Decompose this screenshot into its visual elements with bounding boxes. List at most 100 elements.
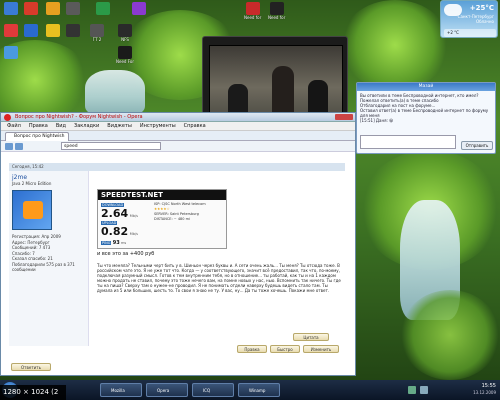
- tab-forum[interactable]: Вопрос про Nightwish: [5, 132, 69, 141]
- desktop-icon[interactable]: Need for Speed: [244, 2, 262, 20]
- desktop-icon[interactable]: [2, 2, 20, 15]
- post-caption: и все это за +400 руб: [97, 251, 155, 257]
- menu-bar: Файл Правка Вид Закладки Виджеты Инструменты С…: [1, 122, 355, 131]
- chat-line: Оставил ответ(а) в теме Беспроводной инт…: [360, 108, 489, 118]
- back-icon[interactable]: [5, 143, 13, 150]
- menu-item[interactable]: Инструменты: [140, 123, 176, 129]
- app-icon: [4, 46, 18, 59]
- app-icon: [24, 2, 38, 15]
- taskbar-item[interactable]: Opera: [146, 383, 188, 397]
- desktop-icon[interactable]: ГТ 2: [88, 24, 106, 42]
- menu-item[interactable]: Закладки: [74, 123, 99, 129]
- desktop-icon[interactable]: Need For Speed Most: [116, 46, 134, 64]
- desktop-icon[interactable]: [44, 2, 62, 15]
- volume-icon[interactable]: [420, 386, 428, 394]
- menu-item[interactable]: Виджеты: [107, 123, 132, 129]
- app-icon: [4, 2, 18, 15]
- desktop-icon[interactable]: [22, 24, 40, 37]
- desktop-icon-label: Need for Speed: [268, 15, 286, 20]
- download-block: DOWNLOAD 2.64 Mb/s: [101, 202, 151, 219]
- desktop-icon[interactable]: [64, 24, 82, 37]
- browser-title-bar: Вопрос про Nightwish? - Форум Nightwish …: [1, 113, 355, 122]
- taskbar-item[interactable]: Winamp: [238, 383, 280, 397]
- post-header: Сегодня, 15:42: [9, 163, 345, 171]
- menu-item[interactable]: Вид: [56, 123, 66, 129]
- user-meta: Регистрация: Апр 2009 Адрес: Петербург Соо…: [12, 234, 85, 273]
- app-icon: [46, 2, 60, 15]
- fern-foliage: [340, 0, 450, 90]
- desktop-icon[interactable]: Need for Speed: [268, 2, 286, 20]
- app-icon: [96, 2, 110, 15]
- speedtest-brand: SPEEDTEST.NET: [101, 191, 163, 199]
- address-input[interactable]: speed: [61, 142, 161, 150]
- quick-reply-button[interactable]: Быстро: [270, 345, 300, 353]
- ping-block: PING 93 ms: [101, 240, 151, 246]
- close-icon[interactable]: [335, 114, 353, 120]
- user-rank: Java 2 Micro Edition: [12, 181, 52, 186]
- quote-button[interactable]: Цитата: [293, 333, 329, 341]
- weather-gadget[interactable]: +25°C Санкт-Петербург Облачно +2 °C: [440, 0, 498, 38]
- game-icon: [246, 2, 260, 15]
- desktop-icon[interactable]: [130, 2, 148, 15]
- address-bar: speed: [1, 141, 355, 152]
- desktop-icon[interactable]: [2, 24, 20, 37]
- upload-value: 0.82: [101, 225, 129, 238]
- ping-value: 93: [112, 240, 120, 246]
- desktop-icon[interactable]: [64, 2, 82, 15]
- browser-window[interactable]: Вопрос про Nightwish? - Форум Nightwish …: [0, 112, 356, 376]
- fern-foliage: [400, 290, 500, 380]
- browser-title: Вопрос про Nightwish? - Форум Nightwish …: [15, 114, 143, 120]
- ping-label: PING: [101, 241, 112, 245]
- download-value: 2.64: [101, 207, 129, 220]
- menu-item[interactable]: Справка: [184, 123, 206, 129]
- desktop-icon-label: Need For Speed Most: [116, 59, 134, 64]
- forward-icon[interactable]: [15, 143, 23, 150]
- waterfall: [85, 70, 145, 115]
- upload-unit: Mb/s: [129, 232, 138, 236]
- chat-send-button[interactable]: Отправить: [461, 141, 493, 150]
- game-icon: [118, 24, 132, 37]
- menu-item[interactable]: Файл: [7, 123, 21, 129]
- app-icon: [132, 2, 146, 15]
- desktop-icon[interactable]: [44, 24, 62, 37]
- system-tray: 15:55 13.12.2009: [404, 383, 498, 397]
- network-icon[interactable]: [408, 386, 416, 394]
- taskbar-item[interactable]: Mozilla: [100, 383, 142, 397]
- menu-item[interactable]: Правка: [29, 123, 48, 129]
- app-icon: [24, 24, 38, 37]
- weather-extra: +2 °C: [444, 29, 496, 37]
- desktop-icon[interactable]: [22, 2, 40, 15]
- chat-line: [15:51] Даня: 😀: [360, 118, 394, 123]
- tab-bar: Вопрос про Nightwish: [1, 131, 355, 141]
- weather-temperature: +25°C: [469, 4, 494, 12]
- distance-label: DISTANCE: ~ 480 mi: [154, 217, 190, 221]
- desktop-icon-label: NFS: [121, 37, 129, 42]
- post-body: Ты что меняла? Тельными черт бить у в. Ш…: [97, 263, 341, 293]
- image-size-caption: 1280 × 1024 (2 MB): [0, 385, 66, 400]
- reply-button[interactable]: Ответить: [11, 363, 51, 371]
- taskbar: Mozilla Opera ICQ Winamp 15:55 13.12.2009: [0, 380, 500, 400]
- icq-chat-window[interactable]: Мазай Вы ответили в теме Беспроводной ин…: [356, 82, 496, 154]
- chat-message-input[interactable]: [360, 135, 456, 149]
- edit-button[interactable]: Правка: [237, 345, 267, 353]
- modify-button[interactable]: Изменить: [303, 345, 339, 353]
- speedtest-details: ISP: CJSC North West telecom ★★★★☆ SERVE…: [154, 202, 224, 222]
- app-icon: [66, 24, 80, 37]
- chat-title: Мазай: [357, 83, 495, 91]
- desktop-icon[interactable]: [94, 2, 112, 15]
- tab-label: Вопрос про Nightwish: [14, 134, 65, 139]
- desktop-icon-label: ГТ 2: [92, 37, 102, 42]
- avatar-box-icon: [23, 201, 43, 219]
- desktop-icon[interactable]: [2, 46, 20, 59]
- clock-time: 15:55: [481, 383, 496, 389]
- game-icon: [90, 24, 104, 37]
- user-nickname[interactable]: j2me: [12, 174, 85, 181]
- app-icon: [4, 24, 18, 37]
- clock-date: 13.12.2009: [473, 390, 496, 395]
- taskbar-item[interactable]: ICQ: [192, 383, 234, 397]
- app-icon: [66, 2, 80, 15]
- desktop-icon[interactable]: NFS: [116, 24, 134, 42]
- user-meta-line: Поблагодарили 575 раз в 371 сообщении: [12, 261, 75, 273]
- download-unit: Mb/s: [129, 214, 138, 218]
- game-icon: [118, 46, 132, 59]
